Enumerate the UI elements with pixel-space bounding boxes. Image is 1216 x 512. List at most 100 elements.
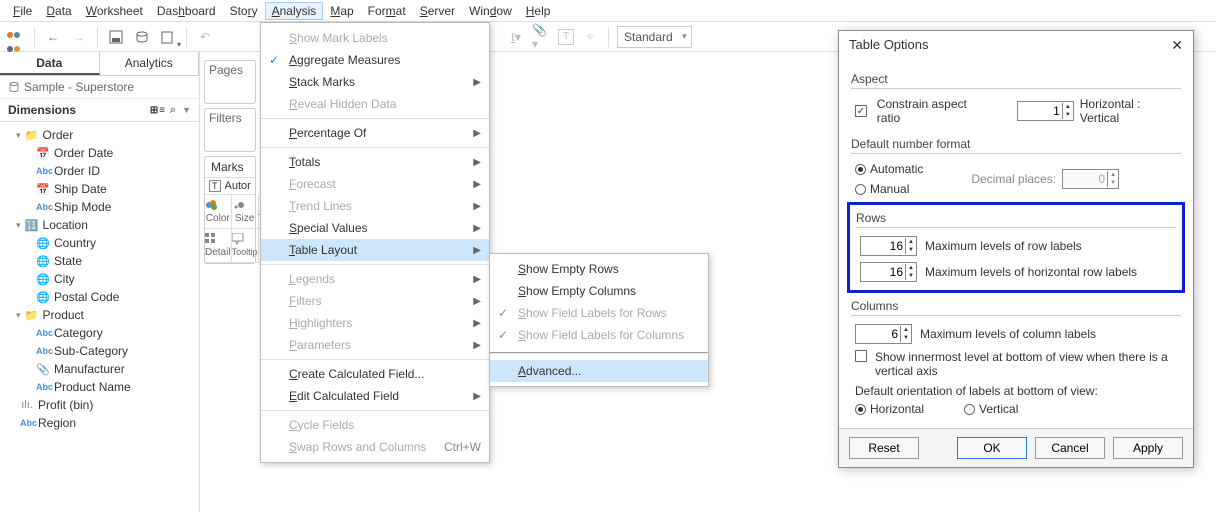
submenu-item-show-empty-rows[interactable]: Show Empty Rows (490, 258, 708, 280)
menu-window[interactable]: Window (462, 2, 519, 20)
max-col-labels-input[interactable]: ▲▼ (855, 324, 912, 344)
menu-analysis[interactable]: Analysis (265, 2, 324, 20)
menu-item-parameters: Parameters▶ (261, 334, 489, 356)
tooltip-label: Tooltip (232, 247, 258, 257)
size-label: Size (235, 213, 254, 224)
field-postal-code[interactable]: 🌐Postal Code (0, 288, 199, 306)
table-options-dialog: Table Options ✕ Aspect ✓ Constrain aspec… (838, 30, 1194, 468)
tooltip-mark[interactable]: Tooltip (232, 229, 259, 263)
menu-dashboard[interactable]: Dashboard (150, 2, 223, 20)
field-manufacturer[interactable]: 📎Manufacturer (0, 360, 199, 378)
marks-type-selector[interactable]: T Automatic (205, 178, 255, 195)
field-ship-date[interactable]: 📅Ship Date (0, 180, 199, 198)
dropdown-icon[interactable]: ▼ (182, 105, 191, 115)
horizontal-radio[interactable]: Horizontal (855, 402, 924, 416)
field-product[interactable]: ▾📁Product (0, 306, 199, 324)
field-region[interactable]: AbcRegion (0, 414, 199, 432)
forward-icon[interactable]: → (69, 27, 89, 47)
view-list-icon[interactable]: ⊞ ≡ (150, 105, 164, 116)
attach-icon[interactable]: 📎▾ (532, 27, 552, 47)
field-order-id[interactable]: AbcOrder ID (0, 162, 199, 180)
menu-item-create-calculated-field-[interactable]: Create Calculated Field... (261, 363, 489, 385)
pin-icon[interactable]: ✧ (580, 27, 600, 47)
field-country[interactable]: 🌐Country (0, 234, 199, 252)
vertical-label: Vertical (979, 402, 1018, 416)
cancel-button[interactable]: Cancel (1035, 437, 1105, 459)
field-order-date[interactable]: 📅Order Date (0, 144, 199, 162)
vertical-radio[interactable]: Vertical (964, 402, 1018, 416)
undo-arrow-icon[interactable]: ↶ (195, 27, 215, 47)
filters-label: Filters (209, 111, 242, 125)
menu-item-highlighters: Highlighters▶ (261, 312, 489, 334)
field-location[interactable]: ▾🔢Location (0, 216, 199, 234)
toolbar-right: ℓ ▾ 📎▾ T ✧ Standard (500, 22, 740, 52)
field-profit-bin-[interactable]: ılı.Profit (bin) (0, 396, 199, 414)
menu-item-percentage-of[interactable]: Percentage Of▶ (261, 122, 489, 144)
apply-button[interactable]: Apply (1113, 437, 1183, 459)
field-city[interactable]: 🌐City (0, 270, 199, 288)
tab-analytics[interactable]: Analytics (100, 52, 200, 75)
menu-map[interactable]: Map (323, 2, 360, 20)
filters-shelf[interactable]: Filters (204, 108, 256, 152)
color-mark[interactable]: Color (205, 195, 232, 229)
menu-item-legends: Legends▶ (261, 268, 489, 290)
submenu-item-advanced-[interactable]: Advanced... (490, 360, 708, 382)
max-hrow-labels-input[interactable]: ▲▼ (860, 262, 917, 282)
ok-button[interactable]: OK (957, 437, 1027, 459)
menu-item-special-values[interactable]: Special Values▶ (261, 217, 489, 239)
menu-item-edit-calculated-field[interactable]: Edit Calculated Field▶ (261, 385, 489, 407)
tab-data[interactable]: Data (0, 52, 100, 75)
rows-group-highlight: Rows ▲▼ Maximum levels of row labels ▲▼ … (847, 202, 1185, 293)
menu-format[interactable]: Format (361, 2, 413, 20)
pages-shelf[interactable]: Pages (204, 60, 256, 104)
field-category[interactable]: AbcCategory (0, 324, 199, 342)
submenu-item-show-empty-columns[interactable]: Show Empty Columns (490, 280, 708, 302)
detail-label: Detail (205, 247, 231, 258)
show-innermost-label: Show innermost level at bottom of view w… (875, 350, 1175, 378)
menu-help[interactable]: Help (519, 2, 558, 20)
detail-mark[interactable]: Detail (205, 229, 232, 263)
menu-item-stack-marks[interactable]: Stack Marks▶ (261, 71, 489, 93)
manual-radio[interactable]: Manual (855, 182, 923, 196)
menu-data[interactable]: Data (39, 2, 78, 20)
analysis-menu: Show Mark Labels✓Aggregate MeasuresStack… (260, 22, 490, 463)
menu-item-swap-rows-and-columns: Swap Rows and ColumnsCtrl+W (261, 436, 489, 458)
size-mark[interactable]: Size (232, 195, 259, 229)
field-sub-category[interactable]: AbcSub-Category (0, 342, 199, 360)
field-order[interactable]: ▾📁Order (0, 126, 199, 144)
field-product-name[interactable]: AbcProduct Name (0, 378, 199, 396)
side-tabs: Data Analytics (0, 52, 199, 76)
table-layout-submenu: Show Empty RowsShow Empty Columns✓Show F… (489, 253, 709, 387)
menu-item-totals[interactable]: Totals▶ (261, 151, 489, 173)
max-row-labels-input[interactable]: ▲▼ (860, 236, 917, 256)
search-icon[interactable]: ⌕ (170, 104, 176, 117)
new-datasource-icon[interactable] (132, 27, 152, 47)
menu-item-table-layout[interactable]: Table Layout▶ (261, 239, 489, 261)
field-state[interactable]: 🌐State (0, 252, 199, 270)
fit-selector[interactable]: Standard (617, 26, 692, 48)
menu-worksheet[interactable]: Worksheet (79, 2, 150, 20)
text-icon[interactable]: T (558, 29, 574, 45)
automatic-label: Automatic (870, 162, 923, 176)
reset-button[interactable]: Reset (849, 437, 919, 459)
close-icon[interactable]: ✕ (1171, 37, 1183, 54)
dialog-title: Table Options (849, 37, 929, 54)
menu-item-cycle-fields: Cycle Fields (261, 414, 489, 436)
field-ship-mode[interactable]: AbcShip Mode (0, 198, 199, 216)
menu-server[interactable]: Server (413, 2, 462, 20)
save-icon[interactable] (106, 27, 126, 47)
menu-file[interactable]: File (6, 2, 39, 20)
menu-story[interactable]: Story (223, 2, 265, 20)
menu-item-aggregate-measures[interactable]: ✓Aggregate Measures (261, 49, 489, 71)
datasource-row[interactable]: Sample - Superstore (0, 76, 199, 99)
automatic-radio[interactable]: Automatic (855, 162, 923, 176)
aspect-ratio-input[interactable]: ▲▼ (1017, 101, 1074, 121)
horizontal-label: Horizontal (870, 402, 924, 416)
submenu-item-show-field-labels-for-rows: ✓Show Field Labels for Rows (490, 302, 708, 324)
back-icon[interactable]: ← (43, 27, 63, 47)
fit-label: Standard (624, 30, 673, 44)
new-worksheet-icon[interactable]: ▾ (158, 27, 178, 47)
show-innermost-checkbox[interactable] (855, 350, 867, 362)
format-icon[interactable]: ℓ ▾ (506, 27, 526, 47)
constrain-aspect-checkbox[interactable]: ✓ (855, 105, 867, 117)
